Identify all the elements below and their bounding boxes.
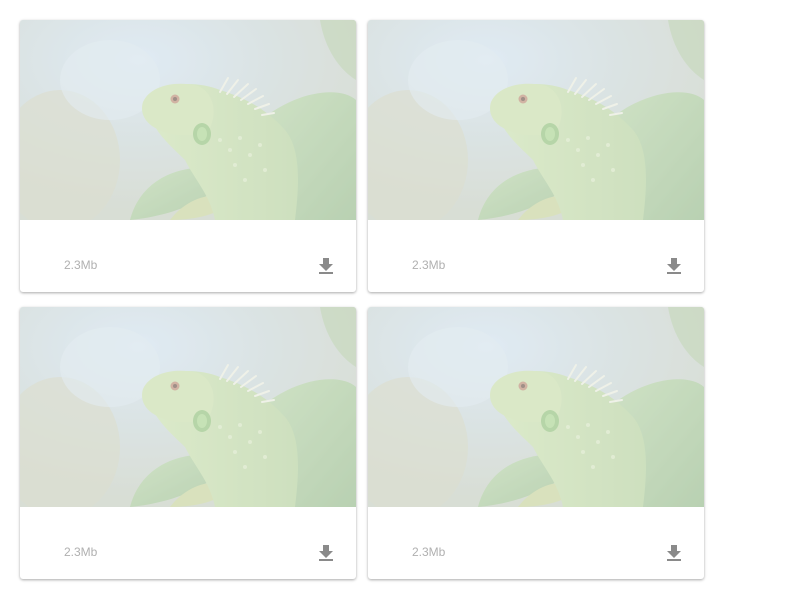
download-icon: [319, 258, 333, 274]
iguana-photo: [368, 307, 704, 507]
download-icon: [667, 545, 681, 561]
iguana-photo: [20, 307, 356, 507]
image-card: 2.3Mb: [368, 307, 704, 579]
file-size-label: 2.3Mb: [64, 258, 98, 272]
card-image[interactable]: [368, 20, 704, 220]
card-footer: 2.3Mb: [20, 507, 356, 579]
download-button[interactable]: [314, 254, 338, 278]
card-image[interactable]: [368, 307, 704, 507]
download-icon: [319, 545, 333, 561]
iguana-photo: [368, 20, 704, 220]
download-button[interactable]: [314, 541, 338, 565]
card-footer: 2.3Mb: [20, 220, 356, 292]
card-image[interactable]: [20, 307, 356, 507]
download-button[interactable]: [662, 541, 686, 565]
file-size-label: 2.3Mb: [412, 258, 446, 272]
image-gallery: 2.3Mb 2.3Mb 2.3Mb 2.3Mb: [0, 0, 800, 614]
iguana-photo: [20, 20, 356, 220]
file-size-label: 2.3Mb: [412, 545, 446, 559]
download-button[interactable]: [662, 254, 686, 278]
file-size-label: 2.3Mb: [64, 545, 98, 559]
image-card: 2.3Mb: [20, 307, 356, 579]
download-icon: [667, 258, 681, 274]
card-footer: 2.3Mb: [368, 507, 704, 579]
card-footer: 2.3Mb: [368, 220, 704, 292]
image-card: 2.3Mb: [368, 20, 704, 292]
card-image[interactable]: [20, 20, 356, 220]
image-card: 2.3Mb: [20, 20, 356, 292]
